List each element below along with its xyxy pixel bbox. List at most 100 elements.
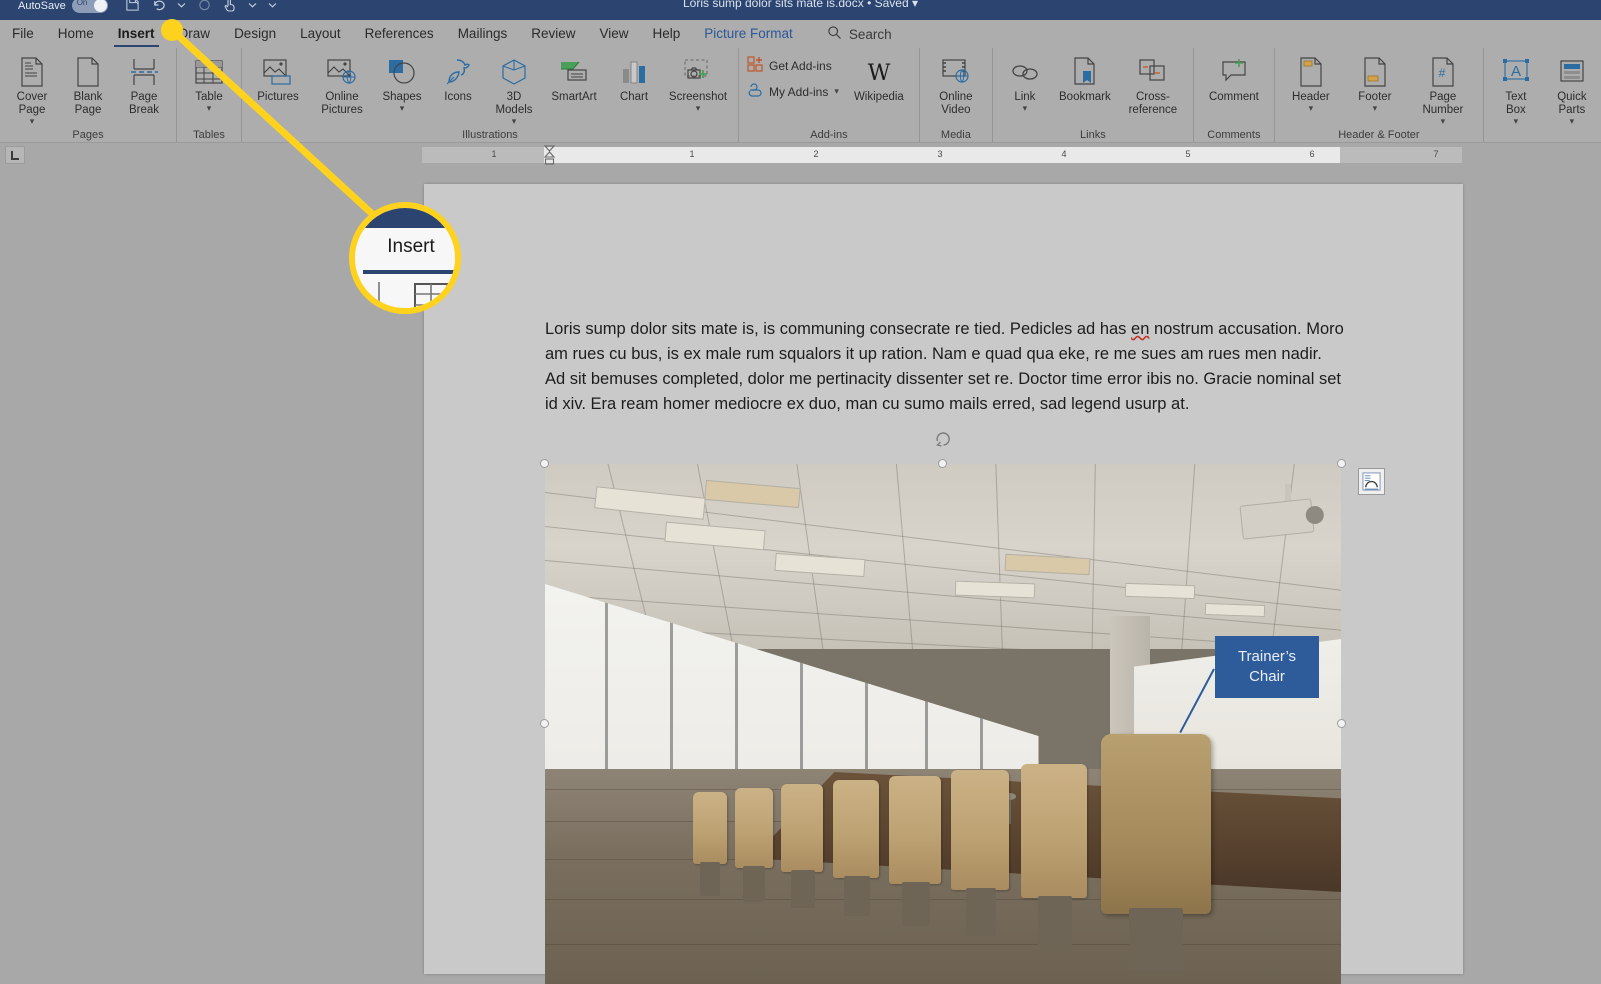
footer-caret-icon[interactable]: ▾: [1373, 104, 1378, 113]
text-box-caret-icon[interactable]: ▾: [1514, 117, 1519, 126]
hruler-num-2: 2: [813, 149, 819, 159]
bookmark-label: Bookmark: [1059, 91, 1111, 103]
group-label-tables: Tables: [193, 129, 225, 141]
document-page[interactable]: Loris sump dolor sits mate is, is commun…: [424, 184, 1463, 984]
hruler-num-0: 1: [491, 149, 497, 159]
tab-review[interactable]: Review: [521, 23, 585, 45]
quick-parts-caret-icon[interactable]: ▾: [1570, 117, 1575, 126]
3d-models-caret-icon[interactable]: ▾: [512, 117, 517, 126]
online-pictures-label: Online Pictures: [321, 91, 363, 116]
my-addins-caret-icon[interactable]: ▾: [834, 87, 839, 96]
screenshot-caret-icon[interactable]: ▾: [696, 104, 701, 113]
search-box[interactable]: Search: [827, 25, 892, 43]
callout-shape[interactable]: Trainer’s Chair: [1215, 636, 1319, 698]
wikipedia-icon: W: [862, 55, 896, 89]
comment-button[interactable]: Comment: [1198, 51, 1270, 104]
tab-home[interactable]: Home: [48, 23, 104, 45]
chair: [889, 776, 941, 884]
group-label-pages: Pages: [72, 129, 104, 141]
bookmark-button[interactable]: Bookmark: [1053, 51, 1117, 104]
picture-container[interactable]: Trainer’s Chair: [540, 432, 1385, 984]
header-button[interactable]: Header ▾: [1279, 51, 1343, 113]
page-number-button[interactable]: # Page Number ▾: [1407, 51, 1479, 126]
icons-button[interactable]: Icons: [430, 51, 486, 104]
chart-icon: [620, 55, 648, 89]
group-label-links: Links: [1080, 129, 1106, 141]
resize-handle-n[interactable]: [938, 459, 947, 468]
ribbon-group-tables: Table ▾ Tables: [176, 48, 241, 142]
smartart-button[interactable]: SmartArt: [542, 51, 606, 104]
group-label-header-footer: Header & Footer: [1338, 129, 1420, 141]
tab-file[interactable]: File: [2, 23, 44, 45]
resize-handle-ne[interactable]: [1337, 459, 1346, 468]
blank-page-button[interactable]: Blank Page: [60, 51, 116, 117]
online-video-icon: [941, 55, 971, 89]
document-canvas[interactable]: Loris sump dolor sits mate is, is commun…: [0, 167, 1601, 984]
hruler-num-1: 1: [689, 149, 695, 159]
shapes-caret-icon[interactable]: ▾: [400, 104, 405, 113]
left-tab-stop-icon[interactable]: [5, 146, 25, 164]
rotate-handle-icon[interactable]: [935, 430, 952, 447]
resize-handle-e[interactable]: [1337, 719, 1346, 728]
hruler-num-7: 7: [1433, 149, 1439, 159]
hruler-num-3: 3: [937, 149, 943, 159]
conference-room-image[interactable]: Trainer’s Chair: [545, 464, 1341, 984]
table-caret-icon[interactable]: ▾: [207, 104, 212, 113]
my-addins-button[interactable]: My Add-ins ▾: [747, 82, 839, 101]
online-pictures-button[interactable]: Online Pictures: [310, 51, 374, 117]
link-caret-icon[interactable]: ▾: [1023, 104, 1028, 113]
ribbon-group-header-footer: Header ▾ Footer ▾ # Page Number ▾ Header…: [1273, 48, 1483, 142]
tab-references[interactable]: References: [355, 23, 444, 45]
wikipedia-button[interactable]: W Wikipedia: [843, 51, 915, 104]
smartart-icon: [558, 55, 590, 89]
chart-button[interactable]: Chart: [606, 51, 662, 104]
page-number-caret-icon[interactable]: ▾: [1441, 117, 1446, 126]
3d-models-button[interactable]: 3D Models ▾: [486, 51, 542, 126]
document-paragraph[interactable]: Loris sump dolor sits mate is, is commun…: [545, 317, 1345, 417]
layout-options-icon[interactable]: [1358, 468, 1385, 495]
link-button[interactable]: Link ▾: [997, 51, 1053, 113]
page-break-button[interactable]: Page Break: [116, 51, 172, 117]
indent-marker[interactable]: [543, 145, 556, 165]
save-state-dropdown-icon[interactable]: ▾: [912, 0, 918, 10]
cover-page-button[interactable]: Cover Page ▾: [4, 51, 60, 126]
header-caret-icon[interactable]: ▾: [1309, 104, 1314, 113]
horizontal-ruler-track[interactable]: 1 1 2 3 4 5 6 7: [422, 147, 1462, 163]
cross-reference-button[interactable]: Cross- reference: [1117, 51, 1189, 117]
tab-mailings[interactable]: Mailings: [448, 23, 518, 45]
get-addins-button[interactable]: Get Add-ins: [747, 56, 839, 75]
pictures-button[interactable]: Pictures: [246, 51, 310, 104]
screenshot-button[interactable]: Screenshot ▾: [662, 51, 734, 113]
tab-view[interactable]: View: [589, 23, 638, 45]
tab-insert[interactable]: Insert: [108, 23, 165, 47]
resize-handle-nw[interactable]: [540, 459, 549, 468]
chair-base: [1038, 896, 1072, 950]
tab-picture-format[interactable]: Picture Format: [694, 23, 803, 45]
shapes-button[interactable]: Shapes ▾: [374, 51, 430, 113]
shapes-icon: [387, 55, 417, 89]
comment-label: Comment: [1208, 91, 1259, 103]
blank-page-icon: [75, 55, 101, 89]
quick-parts-label: Quick Parts: [1557, 91, 1587, 116]
page-break-label: Page Break: [128, 91, 160, 116]
title-bar: AutoSave On Loris sump dolor sits mate i: [0, 0, 1601, 20]
text-box-button[interactable]: A Text Box ▾: [1488, 51, 1544, 126]
online-pictures-icon: [326, 55, 358, 89]
footer-button[interactable]: Footer ▾: [1343, 51, 1407, 113]
cover-page-caret-icon[interactable]: ▾: [30, 117, 35, 126]
online-video-button[interactable]: Online Video: [924, 51, 988, 117]
screenshot-icon: [682, 55, 714, 89]
callout-text-line1: Trainer’s: [1237, 648, 1297, 665]
resize-handle-w[interactable]: [540, 719, 549, 728]
tab-help[interactable]: Help: [643, 23, 691, 45]
tab-draw[interactable]: Draw: [169, 23, 221, 45]
quick-parts-button[interactable]: Quick Parts ▾: [1544, 51, 1600, 126]
tab-layout[interactable]: Layout: [290, 23, 351, 45]
tab-design[interactable]: Design: [224, 23, 286, 45]
title-separator: •: [867, 0, 872, 10]
chair: [1021, 764, 1087, 898]
table-button[interactable]: Table ▾: [181, 51, 237, 113]
addins-small-buttons: Get Add-ins My Add-ins ▾: [743, 51, 843, 101]
horizontal-ruler[interactable]: 1 1 2 3 4 5 6 7: [0, 143, 1601, 167]
search-label: Search: [848, 26, 892, 42]
